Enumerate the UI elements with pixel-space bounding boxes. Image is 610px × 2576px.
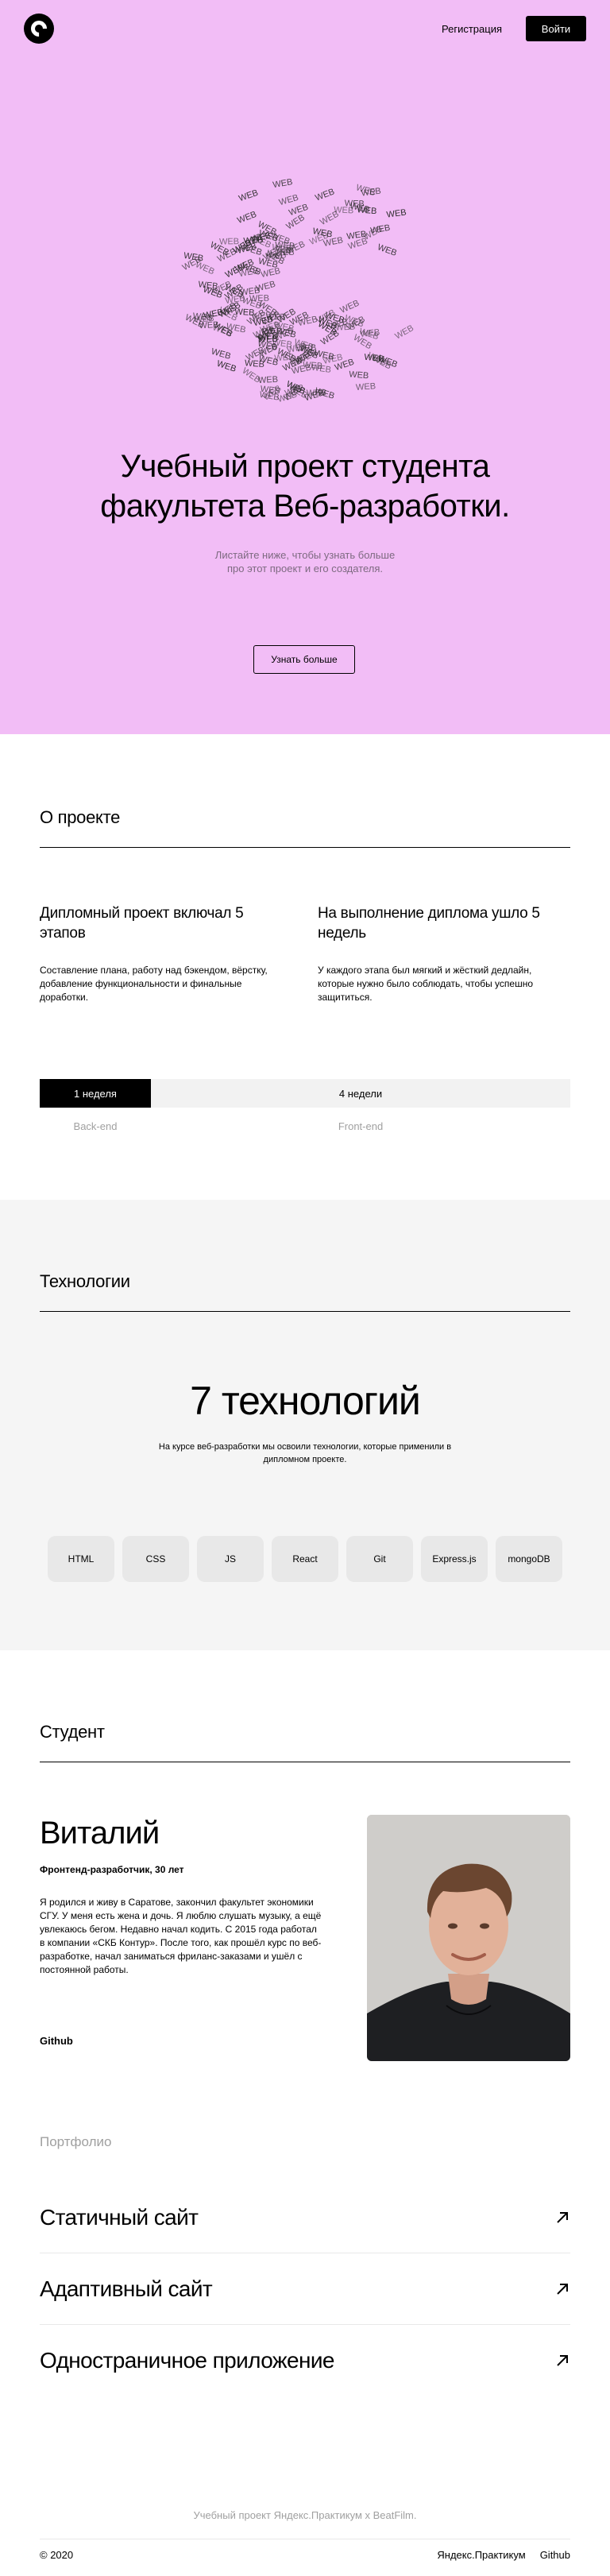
footer: Учебный проект Яндекс.Практикум х BeatFi… [0,2509,610,2570]
timeline-backend-label: Back-end [73,1120,118,1132]
about-col2-text: У каждого этапа был мягкий и жёсткий дед… [318,965,533,1003]
svg-text:WEB: WEB [393,323,415,342]
footer-copyright: © 2020 [40,2548,74,2561]
about-column: Дипломный проект включал 5 этапов Состав… [40,903,292,1004]
student-github-link[interactable]: Github [40,2035,73,2047]
tech-item-git: Git [346,1536,413,1582]
svg-text:WEB: WEB [370,223,392,236]
web-logo-icon: WEBWEBWEB WEBWEBWEBWEBWEBWEBWEBWEBWEBWEBW… [181,177,415,404]
student-name: Виталий [40,1816,160,1851]
tech-item-css: CSS [122,1536,189,1582]
svg-text:WEB: WEB [386,207,407,219]
portfolio-link-spa[interactable]: Одностраничное приложение [40,2325,570,2396]
svg-text:WEB: WEB [236,210,258,226]
portfolio: Портфолио Статичный сайт Адаптивный сайт… [40,2134,570,2396]
student-portrait-icon [367,1815,570,2061]
about-me-section: Студент Виталий Фронтенд-разработчик, 30… [0,1650,610,2396]
svg-text:WEB: WEB [198,280,218,292]
arrow-up-right-icon [557,2211,568,2223]
svg-text:WEB: WEB [194,314,214,325]
portfolio-link-static[interactable]: Статичный сайт [40,2182,570,2253]
hero-subtitle-line2: про этот проект и его создателя. [226,563,384,574]
svg-text:WEB: WEB [215,359,237,374]
about-columns: Дипломный проект включал 5 этапов Состав… [40,903,570,1004]
hero-title-line1: Учебный проект студента [120,449,490,484]
about-col1-text: Составление плана, работу над бэкендом, … [40,965,268,1003]
tech-list: HTML CSS JS React Git Express.js mongoDB [40,1536,570,1582]
student-photo [367,1815,570,2061]
portfolio-item-label: Одностраничное приложение [40,2348,334,2373]
hero-title-line2: факультета Веб-разработки. [100,489,510,524]
footer-links: Яндекс.Практикум Github [437,2549,570,2561]
tech-item-js: JS [197,1536,264,1582]
portfolio-item-label: Статичный сайт [40,2204,199,2230]
header: Регистрация Войти [0,0,610,57]
svg-text:WEB: WEB [338,298,361,315]
student-card: Виталий Фронтенд-разработчик, 30 лет Я р… [40,1815,570,2061]
portfolio-title: Портфолио [40,2134,112,2149]
register-link[interactable]: Регистрация [442,23,502,35]
timeline-frontend-label: Front-end [338,1120,384,1132]
student-heading: Студент [40,1722,570,1762]
arrow-up-right-icon [557,2283,568,2295]
about-project-section: О проекте Дипломный проект включал 5 эта… [0,734,610,1200]
student-bio: Я родился и живу в Саратове, закончил фа… [40,1897,322,1975]
svg-text:WEB: WEB [361,187,381,199]
svg-text:WEB: WEB [284,213,307,232]
about-column: На выполнение диплома ушло 5 недель У ка… [318,903,570,1004]
tech-description: На курсе веб-разработки мы освоили техно… [158,1442,452,1464]
hero-subtitle-line1: Листайте ниже, чтобы узнать больше [214,549,396,561]
tech-heading: Технологии [40,1271,570,1312]
tech-item-mongodb: mongoDB [496,1536,562,1582]
hero-subtitle: Листайте ниже, чтобы узнать больше про э… [0,548,610,575]
timeline-frontend-duration: 4 недели [151,1079,570,1108]
footer-bottom: © 2020 Яндекс.Практикум Github [40,2539,570,2570]
footer-link-github[interactable]: Github [540,2549,570,2561]
login-button[interactable]: Войти [526,16,586,41]
svg-text:WEB: WEB [272,177,294,190]
svg-text:WEB: WEB [311,363,331,375]
about-col1-title: Дипломный проект включал 5 этапов [40,905,244,942]
about-heading: О проекте [40,807,570,848]
tech-item-html: HTML [48,1536,114,1582]
portfolio-item-label: Адаптивный сайт [40,2276,213,2301]
timeline-backend-duration: 1 неделя [40,1079,151,1108]
student-info: Виталий Фронтенд-разработчик, 30 лет Я р… [40,1815,326,2061]
tech-item-react: React [272,1536,338,1582]
techs-section: Технологии 7 технологий На курсе веб-раз… [0,1200,610,1650]
logo-icon[interactable] [24,14,54,44]
svg-text:WEB: WEB [356,381,376,393]
auth-nav: Регистрация Войти [442,16,586,41]
hero-title: Учебный проект студента факультета Веб-р… [0,447,610,526]
timeline-labels: Back-end Front-end [40,1120,570,1132]
timeline-bar: 1 неделя 4 недели [40,1079,570,1108]
tech-item-express: Express.js [421,1536,488,1582]
arrow-up-right-icon [557,2355,568,2366]
footer-note: Учебный проект Яндекс.Практикум х BeatFi… [40,2509,570,2539]
tech-count: 7 технологий [190,1379,421,1423]
student-role: Фронтенд-разработчик, 30 лет [40,1864,184,1875]
footer-link-practicum[interactable]: Яндекс.Практикум [437,2549,525,2561]
svg-text:WEB: WEB [237,188,260,204]
promo-section: Регистрация Войти WEB WEB WEB WEB WEB WEB WEB W… [0,0,610,734]
learn-more-button[interactable]: Узнать больше [253,645,355,674]
svg-text:WEB: WEB [349,369,369,381]
about-col2-title: На выполнение диплома ушло 5 недель [318,905,540,942]
portfolio-link-adaptive[interactable]: Адаптивный сайт [40,2253,570,2325]
svg-text:WEB: WEB [376,242,398,258]
svg-text:WEB: WEB [314,187,336,203]
